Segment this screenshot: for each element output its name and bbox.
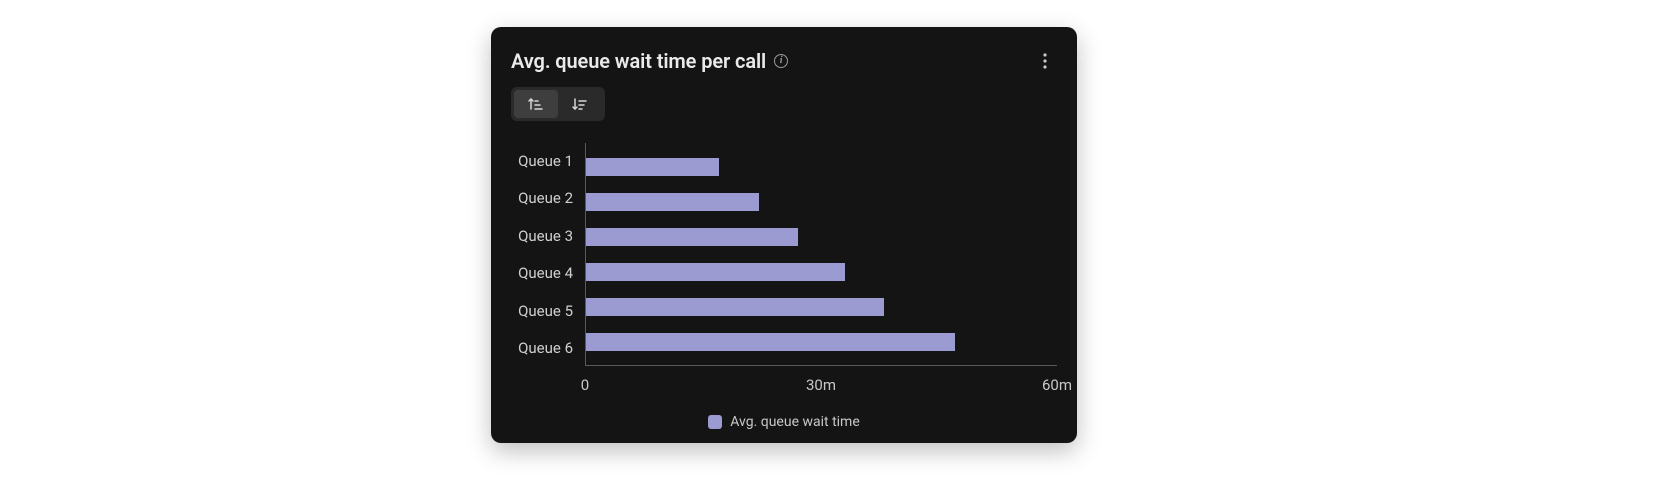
x-axis-tick: 60m <box>1042 376 1072 394</box>
x-axis-ticks: 030m60m <box>585 376 1057 396</box>
bar <box>586 193 759 211</box>
sort-descending-button[interactable] <box>558 90 602 118</box>
bar-row <box>586 184 1057 219</box>
y-axis-label: Queue 2 <box>518 181 573 216</box>
y-axis-label: Queue 1 <box>518 143 573 178</box>
kebab-icon <box>1043 53 1047 69</box>
sort-ascending-icon <box>528 97 544 111</box>
y-axis-label: Queue 3 <box>518 218 573 253</box>
legend-swatch <box>708 415 722 429</box>
sort-descending-icon <box>572 97 588 111</box>
card-header: Avg. queue wait time per call <box>511 49 1057 73</box>
legend-label: Avg. queue wait time <box>730 414 860 430</box>
chart-area: Queue 1Queue 2Queue 3Queue 4Queue 5Queue… <box>511 143 1057 430</box>
y-axis-labels: Queue 1Queue 2Queue 3Queue 4Queue 5Queue… <box>515 143 585 366</box>
bar <box>586 263 845 281</box>
y-axis-label: Queue 6 <box>518 331 573 366</box>
bar <box>586 158 719 176</box>
bar-row <box>586 254 1057 289</box>
queue-wait-card: Avg. queue wait time per call <box>491 27 1077 443</box>
sort-ascending-button[interactable] <box>514 90 558 118</box>
chart-legend: Avg. queue wait time <box>511 414 1057 430</box>
bar-row <box>586 149 1057 184</box>
title-wrap: Avg. queue wait time per call <box>511 49 788 73</box>
bar <box>586 333 955 351</box>
y-axis-label: Queue 5 <box>518 293 573 328</box>
y-axis-label: Queue 4 <box>518 256 573 291</box>
card-title: Avg. queue wait time per call <box>511 49 766 73</box>
bar <box>586 228 798 246</box>
bar-row <box>586 324 1057 359</box>
x-axis-tick: 30m <box>806 376 836 394</box>
bar-row <box>586 219 1057 254</box>
bar <box>586 298 884 316</box>
x-axis-tick: 0 <box>581 376 589 394</box>
chart-plot: Queue 1Queue 2Queue 3Queue 4Queue 5Queue… <box>511 143 1057 366</box>
sort-toggle <box>511 87 605 121</box>
info-icon[interactable] <box>774 54 788 68</box>
more-options-button[interactable] <box>1033 49 1057 73</box>
x-axis: 030m60m <box>515 376 1057 396</box>
bars-region <box>585 143 1057 366</box>
bar-row <box>586 289 1057 324</box>
